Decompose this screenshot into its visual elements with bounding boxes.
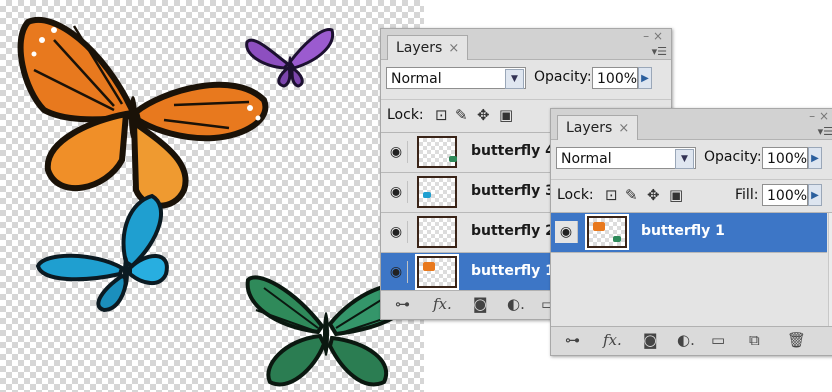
eye-icon[interactable]: ◉ <box>385 221 408 243</box>
lock-all-icon[interactable]: ▣ <box>499 107 513 123</box>
lock-position-move-icon[interactable]: ✥ <box>477 107 490 123</box>
layer-thumbnail <box>585 214 629 250</box>
link-icon[interactable]: ⊶ <box>565 332 580 348</box>
layer-name: butterfly 1 <box>641 223 725 239</box>
lock-row: Lock: ⊡ ✎ ✥ ▣ Fill: 100% ▶ <box>551 179 832 213</box>
new-layer-icon[interactable]: ⧉ <box>749 332 760 348</box>
chevron-down-icon[interactable]: ▼ <box>505 69 524 89</box>
layers-scrollbar[interactable] <box>828 213 832 327</box>
opacity-arrow-icon[interactable]: ▶ <box>808 147 822 169</box>
tab-layers[interactable]: Layers × <box>557 115 639 140</box>
tab-layers[interactable]: Layers × <box>387 35 469 60</box>
chevron-down-icon[interactable]: ▼ <box>675 149 694 169</box>
opacity-arrow-icon[interactable]: ▶ <box>638 67 652 89</box>
document-canvas[interactable] <box>0 0 424 392</box>
blend-row: Normal ▼ Opacity: 100% ▶ <box>381 65 671 93</box>
panel-menu-icon[interactable]: ▾☰ <box>652 45 667 58</box>
panel-collapse-controls[interactable]: – × <box>809 110 829 122</box>
trash-icon[interactable]: 🗑 <box>787 332 806 348</box>
lock-label: Lock: <box>387 107 424 123</box>
opacity-field[interactable]: 100% <box>592 67 638 89</box>
panel-tabbar: Layers × – × ▾☰ <box>551 109 832 140</box>
lock-transparent-icon[interactable]: ⊡ <box>605 187 618 203</box>
eye-icon[interactable]: ◉ <box>555 221 578 243</box>
blend-mode-select[interactable]: Normal ▼ <box>556 147 696 169</box>
tab-label: Layers <box>566 120 613 136</box>
fill-label: Fill: <box>735 187 759 203</box>
blend-mode-select[interactable]: Normal ▼ <box>386 67 526 89</box>
lock-image-brush-icon[interactable]: ✎ <box>625 187 638 203</box>
layers-panel-front[interactable]: Layers × – × ▾☰ Normal ▼ Opacity: 100% ▶… <box>550 108 832 356</box>
tab-close-icon[interactable]: × <box>618 121 629 136</box>
eye-icon[interactable]: ◉ <box>385 141 408 163</box>
panel-menu-icon[interactable]: ▾☰ <box>818 125 832 138</box>
adjustment-layer-icon[interactable]: ◐. <box>677 332 695 348</box>
opacity-label: Opacity: <box>534 69 592 85</box>
fill-field[interactable]: 100% <box>762 184 808 206</box>
butterfly-blue <box>35 193 169 312</box>
layer-name: butterfly 2 <box>471 223 555 239</box>
blend-mode-value: Normal <box>391 71 442 87</box>
layer-thumbnail <box>417 176 457 208</box>
fx-icon[interactable]: fx. <box>433 296 452 312</box>
mask-icon[interactable]: ◙ <box>643 332 658 348</box>
tab-label: Layers <box>396 40 443 56</box>
layer-thumbnail <box>415 254 459 290</box>
blend-row: Normal ▼ Opacity: 100% ▶ <box>551 145 832 173</box>
panel-tabbar: Layers × – × ▾☰ <box>381 29 671 60</box>
layer-name: butterfly 4 <box>471 143 555 159</box>
eye-icon[interactable]: ◉ <box>385 261 408 283</box>
blend-mode-value: Normal <box>561 151 612 167</box>
layer-name: butterfly 3 <box>471 183 555 199</box>
lock-position-move-icon[interactable]: ✥ <box>647 187 660 203</box>
lock-image-brush-icon[interactable]: ✎ <box>455 107 468 123</box>
panel-bottom-toolbar: ⊶ fx. ◙ ◐. ▭ ⧉ 🗑 <box>551 326 832 355</box>
mask-icon[interactable]: ◙ <box>473 296 488 312</box>
tab-close-icon[interactable]: × <box>448 41 459 56</box>
fx-icon[interactable]: fx. <box>603 332 622 348</box>
layer-row-butterfly-1[interactable]: ◉ butterfly 1 <box>551 213 827 253</box>
lock-all-icon[interactable]: ▣ <box>669 187 683 203</box>
lock-transparent-icon[interactable]: ⊡ <box>435 107 448 123</box>
opacity-field[interactable]: 100% <box>762 147 808 169</box>
eye-icon[interactable]: ◉ <box>385 181 408 203</box>
adjustment-layer-icon[interactable]: ◐. <box>507 296 525 312</box>
butterfly-orange <box>17 17 269 209</box>
opacity-label: Opacity: <box>704 149 762 165</box>
panel-collapse-controls[interactable]: – × <box>643 30 663 42</box>
folder-icon[interactable]: ▭ <box>711 332 725 348</box>
fill-arrow-icon[interactable]: ▶ <box>808 184 822 206</box>
lock-label: Lock: <box>557 187 594 203</box>
layer-thumbnail <box>417 216 457 248</box>
layer-name: butterfly 1 <box>471 263 555 279</box>
layer-thumbnail <box>417 136 457 168</box>
link-icon[interactable]: ⊶ <box>395 296 410 312</box>
butterfly-purple <box>245 28 335 88</box>
